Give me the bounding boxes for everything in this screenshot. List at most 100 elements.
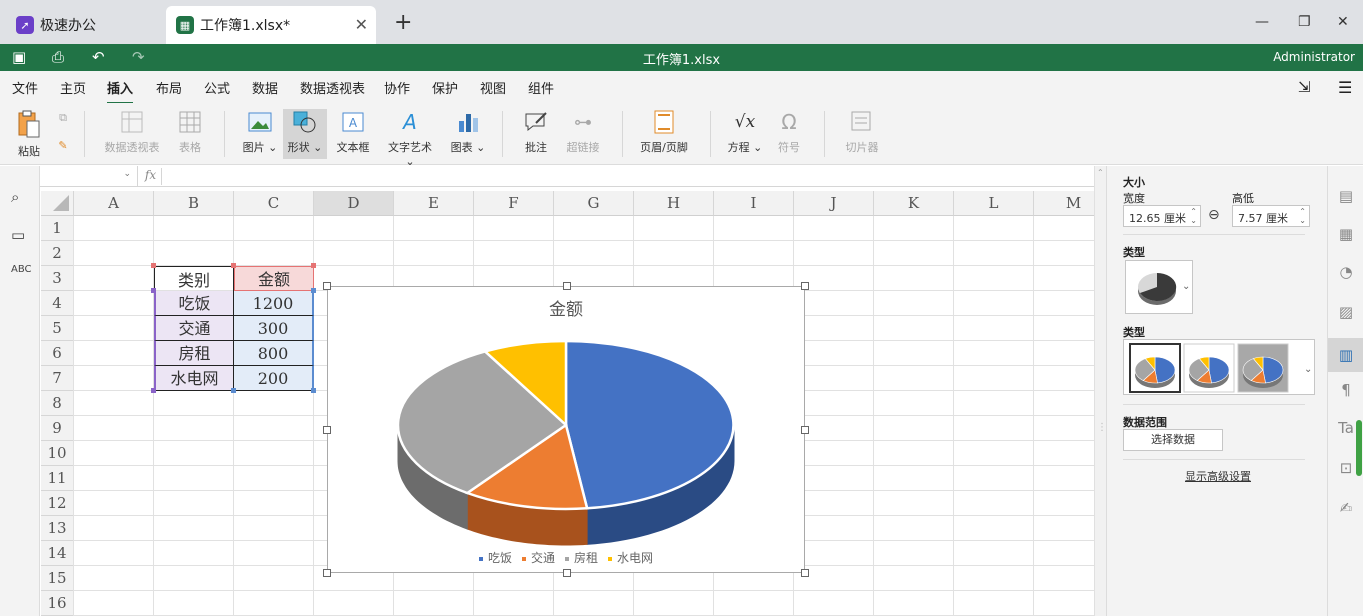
table-header-amount[interactable]: 金额 <box>234 266 314 291</box>
column-header-a[interactable]: A <box>74 191 154 216</box>
range-handle[interactable] <box>151 263 156 268</box>
equation-button[interactable]: √x 方程 ⌄ <box>726 109 764 155</box>
column-header-c[interactable]: C <box>234 191 314 216</box>
row-header-1[interactable]: 1 <box>41 216 74 241</box>
open-location-icon[interactable]: ⇲ <box>1298 78 1311 96</box>
table-cell-amount[interactable]: 200 <box>234 366 314 391</box>
height-stepper-icon[interactable]: ⌃ ⌄ <box>1299 207 1306 225</box>
menu-layout[interactable]: 布局 <box>156 78 182 97</box>
table-cell-category[interactable]: 水电网 <box>154 366 234 391</box>
table-cell-amount[interactable]: 1200 <box>234 291 314 316</box>
chart-type-chevron-icon[interactable]: ⌄ <box>1182 281 1190 292</box>
name-box[interactable]: ⌄ <box>40 166 138 186</box>
select-data-button[interactable]: 选择数据 <box>1123 429 1223 451</box>
hamburger-icon[interactable]: ☰ <box>1338 78 1352 97</box>
column-header-g[interactable]: G <box>554 191 634 216</box>
copy-icon[interactable]: ⧉ <box>54 111 72 125</box>
range-handle[interactable] <box>311 388 316 393</box>
search-icon[interactable]: ⌕ <box>11 188 19 206</box>
column-header-e[interactable]: E <box>394 191 474 216</box>
vertical-scrollbar[interactable]: ⌃ ⋮ <box>1094 166 1107 616</box>
signature-settings-icon[interactable]: ✍ <box>1336 498 1356 518</box>
row-header-2[interactable]: 2 <box>41 241 74 266</box>
range-handle[interactable] <box>231 263 236 268</box>
textbox-button[interactable]: A 文本框 <box>334 109 372 155</box>
pie-chart[interactable]: 金额 吃饭 交通 房租 水电网 <box>323 282 809 577</box>
formula-input[interactable] <box>164 166 1094 186</box>
row-header-6[interactable]: 6 <box>41 341 74 366</box>
row-header-5[interactable]: 5 <box>41 316 74 341</box>
row-header-4[interactable]: 4 <box>41 291 74 316</box>
cell-settings-icon[interactable]: ▤ <box>1336 186 1356 206</box>
width-input[interactable]: 12.65 厘米 ⌃ ⌄ <box>1123 205 1201 227</box>
table-cell-category[interactable]: 吃饭 <box>154 291 234 316</box>
spellcheck-icon[interactable]: ABC <box>11 264 32 275</box>
image-settings-icon[interactable]: ▨ <box>1336 302 1356 322</box>
close-window-button[interactable]: ✕ <box>1337 14 1349 30</box>
hyperlink-button[interactable]: ⊶ 超链接 <box>562 109 604 155</box>
menu-protect[interactable]: 保护 <box>432 78 458 97</box>
chart-button[interactable]: 图表 ⌄ <box>448 109 488 155</box>
symbol-button[interactable]: Ω 符号 <box>774 109 804 155</box>
format-painter-icon[interactable]: ✎ <box>54 139 72 152</box>
row-header-3[interactable]: 3 <box>41 266 74 291</box>
menu-file[interactable]: 文件 <box>12 78 38 97</box>
row-header-15[interactable]: 15 <box>41 566 74 591</box>
style-gallery-chevron-icon[interactable]: ⌄ <box>1304 364 1312 375</box>
tab-document[interactable]: ▦ 工作簿1.xlsx* ✕ <box>166 6 376 44</box>
menu-collab[interactable]: 协作 <box>384 78 410 97</box>
slicer-button[interactable]: 切片器 <box>842 109 882 155</box>
column-header-b[interactable]: B <box>154 191 234 216</box>
advanced-settings-link[interactable]: 显示高级设置 <box>1123 468 1313 484</box>
close-tab-icon[interactable]: ✕ <box>355 15 368 34</box>
row-header-7[interactable]: 7 <box>41 366 74 391</box>
menu-view[interactable]: 视图 <box>480 78 506 97</box>
fx-icon[interactable]: fx <box>140 168 162 185</box>
paste-button[interactable]: 粘贴 <box>10 109 48 159</box>
width-stepper-icon[interactable]: ⌃ ⌄ <box>1190 207 1197 225</box>
feedback-bar[interactable] <box>1356 420 1362 476</box>
column-header-i[interactable]: I <box>714 191 794 216</box>
menu-home[interactable]: 主页 <box>60 78 86 97</box>
menu-insert[interactable]: 插入 <box>107 78 134 104</box>
table-button[interactable]: 表格 <box>172 109 208 155</box>
shape-settings-icon[interactable]: ◔ <box>1336 262 1356 282</box>
column-header-m[interactable]: M <box>1034 191 1094 216</box>
row-header-10[interactable]: 10 <box>41 441 74 466</box>
header-footer-button[interactable]: 页眉/页脚 <box>638 109 690 155</box>
table-cell-category[interactable]: 交通 <box>154 316 234 341</box>
restore-button[interactable]: ❐ <box>1298 14 1311 30</box>
scroll-up-icon[interactable]: ⌃ <box>1097 168 1104 177</box>
paragraph-settings-icon[interactable]: ¶ <box>1336 380 1356 400</box>
table-cell-category[interactable]: 房租 <box>154 341 234 366</box>
minimize-button[interactable]: — <box>1255 14 1269 30</box>
range-handle[interactable] <box>231 388 236 393</box>
menu-pivot[interactable]: 数据透视表 <box>300 78 365 97</box>
select-all-corner[interactable] <box>41 191 74 216</box>
column-header-d[interactable]: D <box>314 191 394 216</box>
row-header-14[interactable]: 14 <box>41 541 74 566</box>
comments-icon[interactable]: ▭ <box>11 226 25 244</box>
menu-formula[interactable]: 公式 <box>204 78 230 97</box>
picture-button[interactable]: 图片 ⌄ <box>238 109 282 155</box>
row-header-12[interactable]: 12 <box>41 491 74 516</box>
table-settings-icon[interactable]: ▦ <box>1336 224 1356 244</box>
tab-app-home[interactable]: ➚ 极速办公 <box>6 6 160 44</box>
range-handle[interactable] <box>311 263 316 268</box>
range-handle[interactable] <box>151 288 156 293</box>
shape-button[interactable]: 形状 ⌄ <box>283 109 327 159</box>
new-tab-button[interactable]: + <box>394 12 412 34</box>
row-header-9[interactable]: 9 <box>41 416 74 441</box>
column-header-j[interactable]: J <box>794 191 874 216</box>
column-header-h[interactable]: H <box>634 191 714 216</box>
range-handle[interactable] <box>151 388 156 393</box>
row-header-8[interactable]: 8 <box>41 391 74 416</box>
wordart-button[interactable]: A 文字艺术 ⌄ <box>382 109 438 168</box>
chart-settings-icon[interactable]: ▥ <box>1328 338 1363 372</box>
table-cell-amount[interactable]: 800 <box>234 341 314 366</box>
column-header-l[interactable]: L <box>954 191 1034 216</box>
row-header-11[interactable]: 11 <box>41 466 74 491</box>
height-input[interactable]: 7.57 厘米 ⌃ ⌄ <box>1232 205 1310 227</box>
text-art-settings-icon[interactable]: Ta <box>1336 418 1356 438</box>
chart-style-gallery[interactable]: ⌄ <box>1123 339 1315 395</box>
